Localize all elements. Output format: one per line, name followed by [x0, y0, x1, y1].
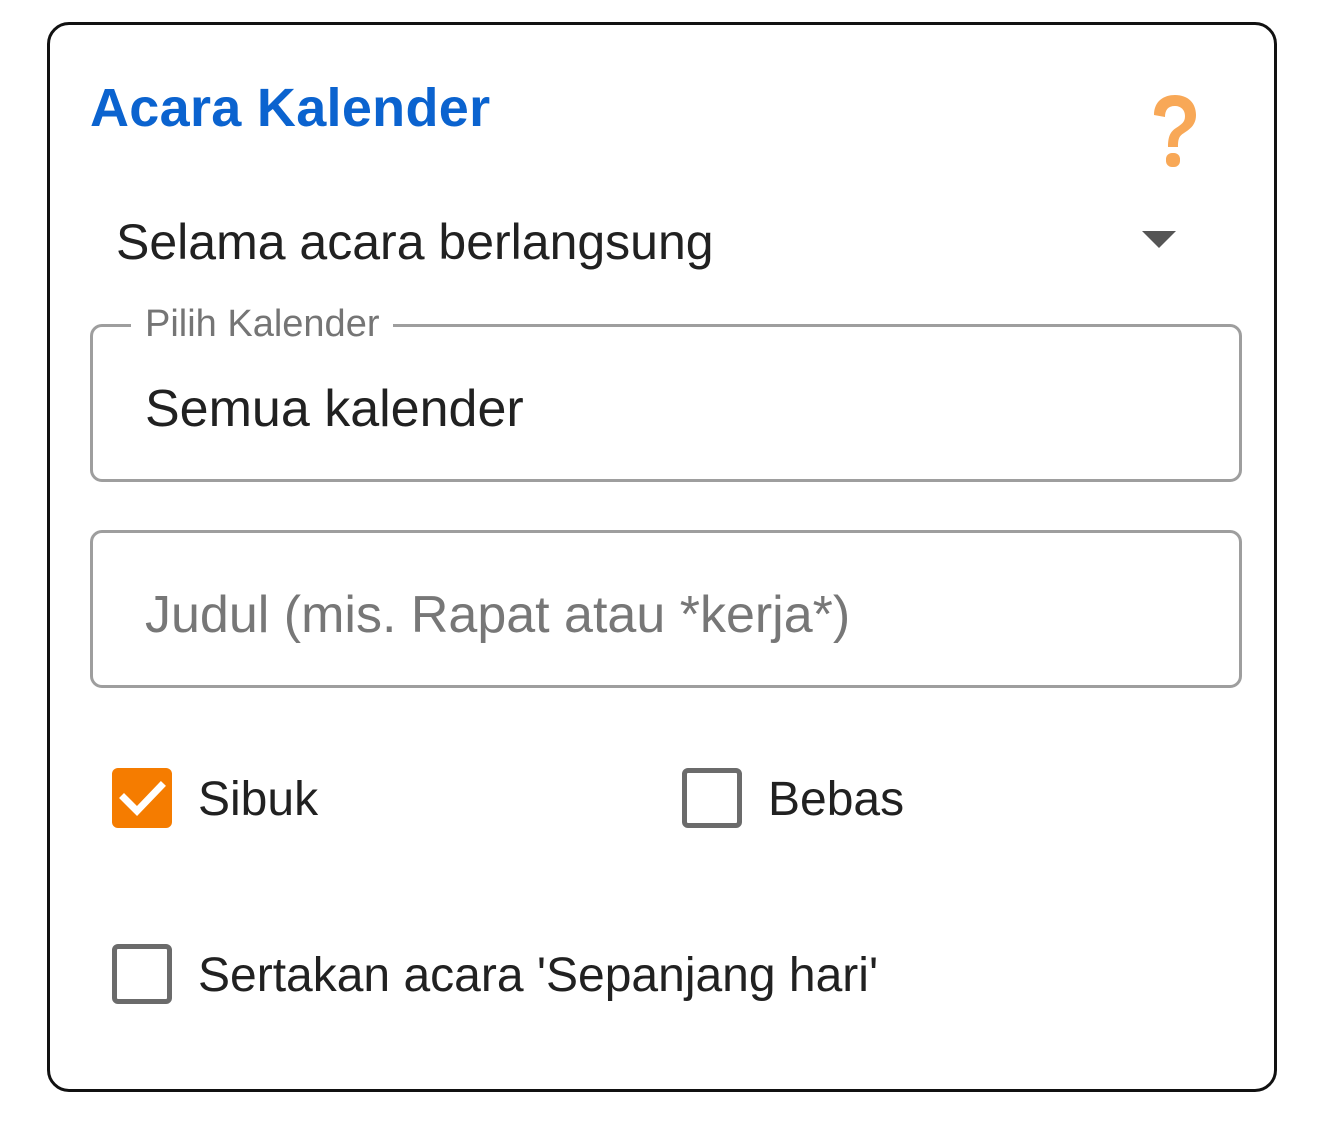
- busy-checkbox-label: Sibuk: [198, 773, 319, 826]
- event-timing-selected: Selama acara berlangsung: [116, 214, 714, 270]
- checkmark-icon: [119, 781, 166, 817]
- help-question-icon[interactable]: [1146, 91, 1202, 175]
- event-timing-dropdown[interactable]: Selama acara berlangsung: [90, 205, 1194, 275]
- calendar-select-value: Semua kalender: [145, 380, 524, 438]
- all-day-checkbox-row[interactable]: Sertakan acara 'Sepanjang hari': [112, 944, 912, 1008]
- event-title-placeholder: Judul (mis. Rapat atau *kerja*): [145, 586, 851, 644]
- busy-checkbox[interactable]: [112, 768, 172, 828]
- card-title: Acara Kalender: [90, 78, 491, 138]
- busy-checkbox-row[interactable]: Sibuk: [112, 768, 372, 832]
- calendar-select-label: Pilih Kalender: [131, 303, 394, 346]
- all-day-checkbox[interactable]: [112, 944, 172, 1004]
- event-title-input[interactable]: Judul (mis. Rapat atau *kerja*): [90, 530, 1242, 688]
- calendar-event-card: Acara Kalender Selama acara berlangsung …: [47, 22, 1277, 1092]
- caret-down-icon: [1142, 231, 1176, 248]
- free-checkbox-label: Bebas: [768, 773, 905, 826]
- calendar-select-field[interactable]: Pilih Kalender Semua kalender: [90, 303, 1242, 482]
- free-checkbox-row[interactable]: Bebas: [682, 768, 942, 832]
- free-checkbox[interactable]: [682, 768, 742, 828]
- all-day-checkbox-label: Sertakan acara 'Sepanjang hari': [198, 949, 879, 1002]
